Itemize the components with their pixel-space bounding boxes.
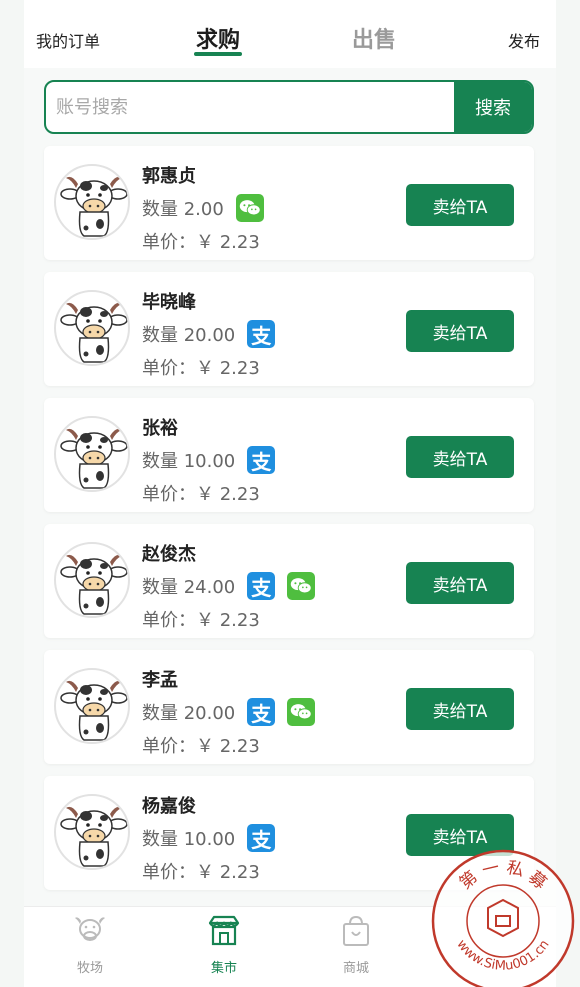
active-tab-indicator xyxy=(194,52,242,56)
top-header: 我的订单 求购 出售 发布 xyxy=(24,0,556,68)
cow-avatar-icon xyxy=(60,176,128,237)
avatar xyxy=(54,542,130,618)
buyer-name: 郭惠贞 xyxy=(142,166,196,187)
buyer-name: 张裕 xyxy=(142,418,178,439)
sell-to-them-button[interactable]: 卖给TA xyxy=(406,562,514,604)
cow-avatar-icon xyxy=(60,302,128,363)
tab-label: 商城 xyxy=(342,961,369,976)
quantity-row: 数量 10.00 支 xyxy=(142,824,276,852)
sell-to-them-button[interactable]: 卖给TA xyxy=(406,436,514,478)
tab-label: 集市 xyxy=(210,961,237,976)
buyer-name: 毕晓峰 xyxy=(142,292,196,313)
avatar xyxy=(54,416,130,492)
cow-icon xyxy=(75,917,105,941)
quantity-text: 数量 10.00 xyxy=(142,829,236,850)
watermark-seal: 第 一 私 募 www.SiMu001.cn xyxy=(431,849,575,987)
unit-price: 单价：￥ 2.23 xyxy=(142,610,260,631)
alipay-icon: 支 xyxy=(247,446,276,474)
tab-ranch[interactable]: 牧场 xyxy=(50,913,130,976)
wechat-icon xyxy=(287,572,316,600)
cow-avatar-icon xyxy=(60,428,128,489)
quantity-row: 数量 20.00 支 xyxy=(142,320,276,348)
unit-price: 单价：￥ 2.23 xyxy=(142,358,260,379)
search-bar: 搜索 xyxy=(44,80,534,134)
tab-sell[interactable]: 出售 xyxy=(352,22,396,54)
quantity-row: 数量 2.00 xyxy=(142,194,264,222)
market-icon xyxy=(208,915,240,946)
search-button[interactable]: 搜索 xyxy=(454,82,532,132)
order-card: 郭惠贞 数量 2.00 单价：￥ 2.23 卖给TA xyxy=(44,146,534,260)
cow-avatar-icon xyxy=(60,806,128,867)
wechat-icon xyxy=(235,194,264,222)
order-card: 张裕 数量 10.00 支 单价：￥ 2.23 卖给TA xyxy=(44,398,534,512)
tab-market[interactable]: 集市 xyxy=(184,913,264,976)
order-card: 李孟 数量 20.00 支 单价：￥ 2.23 卖给TA xyxy=(44,650,534,764)
avatar xyxy=(54,164,130,240)
my-orders-link[interactable]: 我的订单 xyxy=(36,28,100,52)
cow-avatar-icon xyxy=(60,680,128,741)
search-input[interactable] xyxy=(46,82,456,132)
tab-mall[interactable]: 商城 xyxy=(316,913,396,976)
order-card: 赵俊杰 数量 24.00 支 单价：￥ 2.23 卖给TA xyxy=(44,524,534,638)
publish-button[interactable]: 发布 xyxy=(508,28,540,52)
quantity-text: 数量 10.00 xyxy=(142,451,236,472)
quantity-row: 数量 20.00 支 xyxy=(142,698,316,726)
avatar xyxy=(54,290,130,366)
cow-avatar-icon xyxy=(60,554,128,615)
quantity-text: 数量 20.00 xyxy=(142,325,236,346)
buyer-name: 赵俊杰 xyxy=(142,544,196,565)
avatar xyxy=(54,668,130,744)
unit-price: 单价：￥ 2.23 xyxy=(142,232,260,253)
unit-price: 单价：￥ 2.23 xyxy=(142,484,260,505)
unit-price: 单价：￥ 2.23 xyxy=(142,862,260,883)
sell-to-them-button[interactable]: 卖给TA xyxy=(406,688,514,730)
order-card: 毕晓峰 数量 20.00 支 单价：￥ 2.23 卖给TA xyxy=(44,272,534,386)
tab-buy[interactable]: 求购 xyxy=(196,22,240,54)
alipay-icon: 支 xyxy=(247,320,276,348)
avatar xyxy=(54,794,130,870)
quantity-row: 数量 10.00 支 xyxy=(142,446,276,474)
alipay-icon: 支 xyxy=(247,572,276,600)
tab-label: 牧场 xyxy=(76,961,103,976)
buyer-name: 杨嘉俊 xyxy=(142,796,196,817)
sell-to-them-button[interactable]: 卖给TA xyxy=(406,184,514,226)
unit-price: 单价：￥ 2.23 xyxy=(142,736,260,757)
sell-to-them-button[interactable]: 卖给TA xyxy=(406,310,514,352)
shopping-bag-icon xyxy=(343,915,369,946)
alipay-icon: 支 xyxy=(247,698,276,726)
alipay-icon: 支 xyxy=(247,824,276,852)
quantity-text: 数量 24.00 xyxy=(142,577,236,598)
quantity-text: 数量 20.00 xyxy=(142,703,236,724)
quantity-text: 数量 2.00 xyxy=(142,199,224,220)
quantity-row: 数量 24.00 支 xyxy=(142,572,316,600)
wechat-icon xyxy=(287,698,316,726)
buyer-name: 李孟 xyxy=(142,670,178,691)
